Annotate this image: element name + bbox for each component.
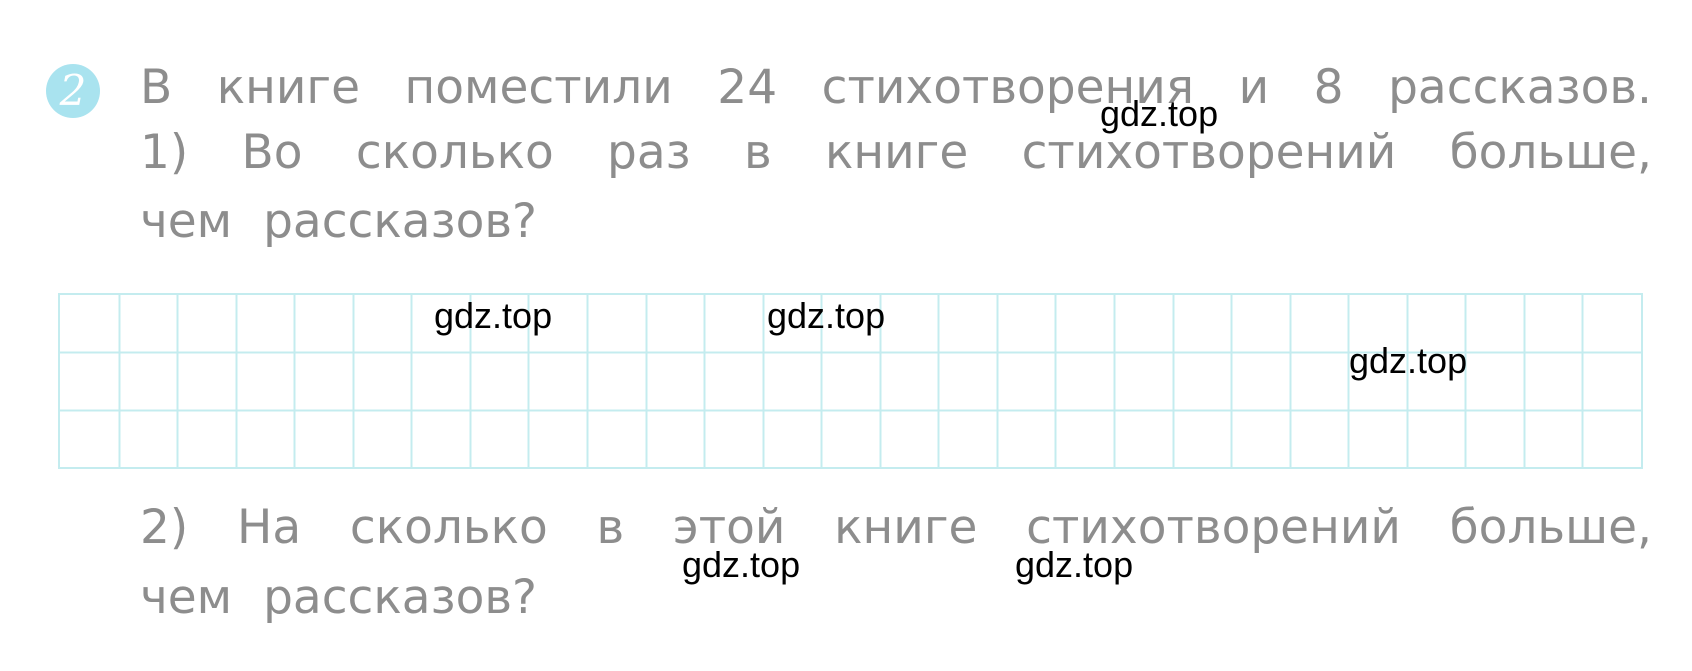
task-statement: В книге поместили 24 стихотворения и 8 р… [140, 60, 1652, 115]
watermark: gdz.top [1349, 340, 1468, 381]
task-number: 2 [59, 66, 87, 115]
question-1-line-1: 1) Во сколько раз в книге стихотворений … [140, 125, 1652, 180]
task-number-badge: 2 [46, 64, 100, 118]
watermark: gdz.top [1015, 544, 1134, 585]
question-2-line-1: 2) На сколько в этой книге стихотворений… [140, 500, 1652, 555]
question-2-line-2: чем рассказов? [140, 570, 537, 625]
watermark: gdz.top [434, 295, 553, 336]
watermark: gdz.top [682, 544, 801, 585]
question-1-line-2: чем рассказов? [140, 194, 537, 249]
watermark: gdz.top [767, 295, 886, 336]
watermark: gdz.top [1100, 93, 1219, 134]
